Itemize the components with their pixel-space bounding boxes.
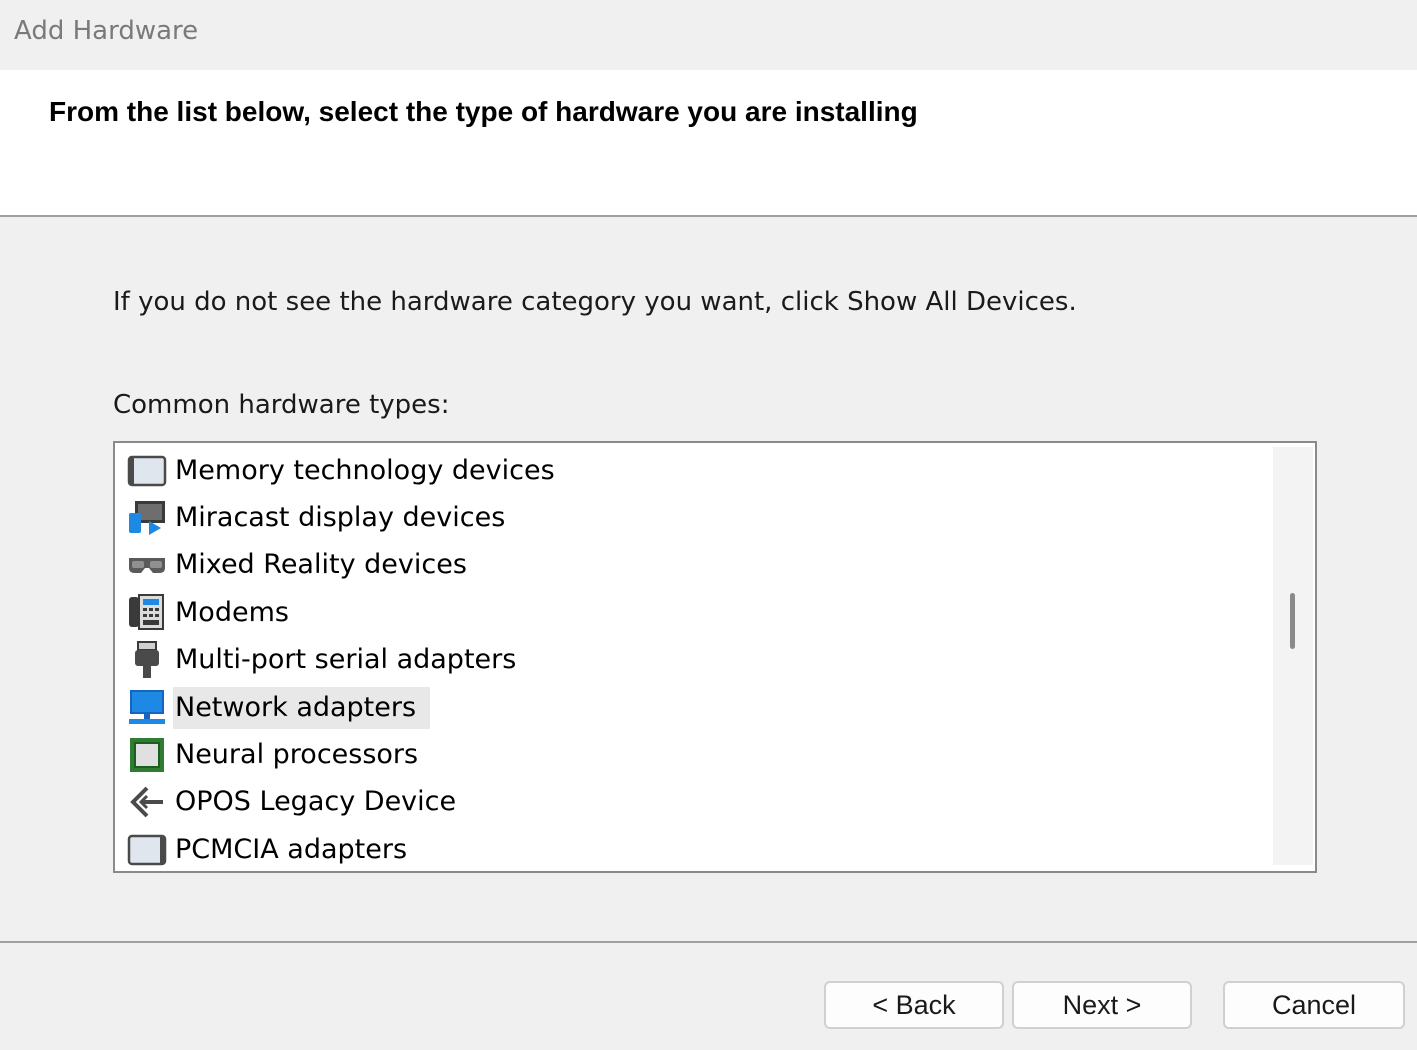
chip-icon bbox=[127, 735, 167, 775]
miracast-display-icon bbox=[127, 498, 167, 538]
list-item-label: Modems bbox=[175, 596, 289, 628]
headset-icon bbox=[127, 545, 167, 585]
list-item-label: Mixed Reality devices bbox=[175, 549, 467, 581]
page-heading: From the list below, select the type of … bbox=[49, 96, 918, 127]
list-item-memory-technology-devices[interactable]: Memory technology devices bbox=[127, 447, 569, 494]
network-adapter-icon bbox=[127, 688, 167, 728]
back-button[interactable]: < Back bbox=[824, 981, 1004, 1029]
list-item-modems[interactable]: Modems bbox=[127, 589, 569, 636]
list-item-miracast-display-devices[interactable]: Miracast display devices bbox=[127, 494, 569, 541]
pcmcia-card-icon bbox=[127, 830, 167, 870]
modem-icon bbox=[127, 593, 167, 633]
list-item-label: OPOS Legacy Device bbox=[175, 786, 457, 818]
next-button[interactable]: Next > bbox=[1012, 981, 1192, 1029]
list-item-opos-legacy-device[interactable]: OPOS Legacy Device bbox=[127, 779, 569, 826]
list-item-mixed-reality-devices[interactable]: Mixed Reality devices bbox=[127, 542, 569, 589]
list-item-network-adapters[interactable]: Network adapters bbox=[127, 684, 569, 731]
cancel-button[interactable]: Cancel bbox=[1223, 981, 1405, 1029]
hardware-type-listbox[interactable]: Memory technology devices Miracast displ… bbox=[113, 441, 1317, 873]
list-item-neural-processors[interactable]: Neural processors bbox=[127, 731, 569, 778]
title-bar: Add Hardware bbox=[0, 0, 1417, 70]
list-item-label: PCMCIA adapters bbox=[175, 833, 408, 865]
scrollbar-thumb[interactable] bbox=[1290, 593, 1295, 649]
list-item-label: Multi-port serial adapters bbox=[175, 644, 517, 676]
memory-card-icon bbox=[127, 451, 167, 491]
opos-device-icon bbox=[127, 782, 167, 822]
wizard-header: From the list below, select the type of … bbox=[0, 70, 1417, 217]
list-item-label: Neural processors bbox=[175, 739, 419, 771]
list-item-label: Network adapters bbox=[173, 686, 431, 729]
serial-port-icon bbox=[127, 640, 167, 680]
list-item-pcmcia-adapters[interactable]: PCMCIA adapters bbox=[127, 826, 569, 871]
window-title: Add Hardware bbox=[14, 16, 199, 46]
footer-divider bbox=[0, 941, 1417, 943]
hardware-type-items: Memory technology devices Miracast displ… bbox=[127, 447, 569, 871]
list-item-multi-port-serial-adapters[interactable]: Multi-port serial adapters bbox=[127, 637, 569, 684]
info-text: If you do not see the hardware category … bbox=[113, 287, 1077, 317]
vertical-scrollbar[interactable] bbox=[1273, 447, 1313, 865]
list-label: Common hardware types: bbox=[113, 390, 450, 420]
list-item-label: Memory technology devices bbox=[175, 454, 555, 486]
list-item-label: Miracast display devices bbox=[175, 502, 506, 534]
